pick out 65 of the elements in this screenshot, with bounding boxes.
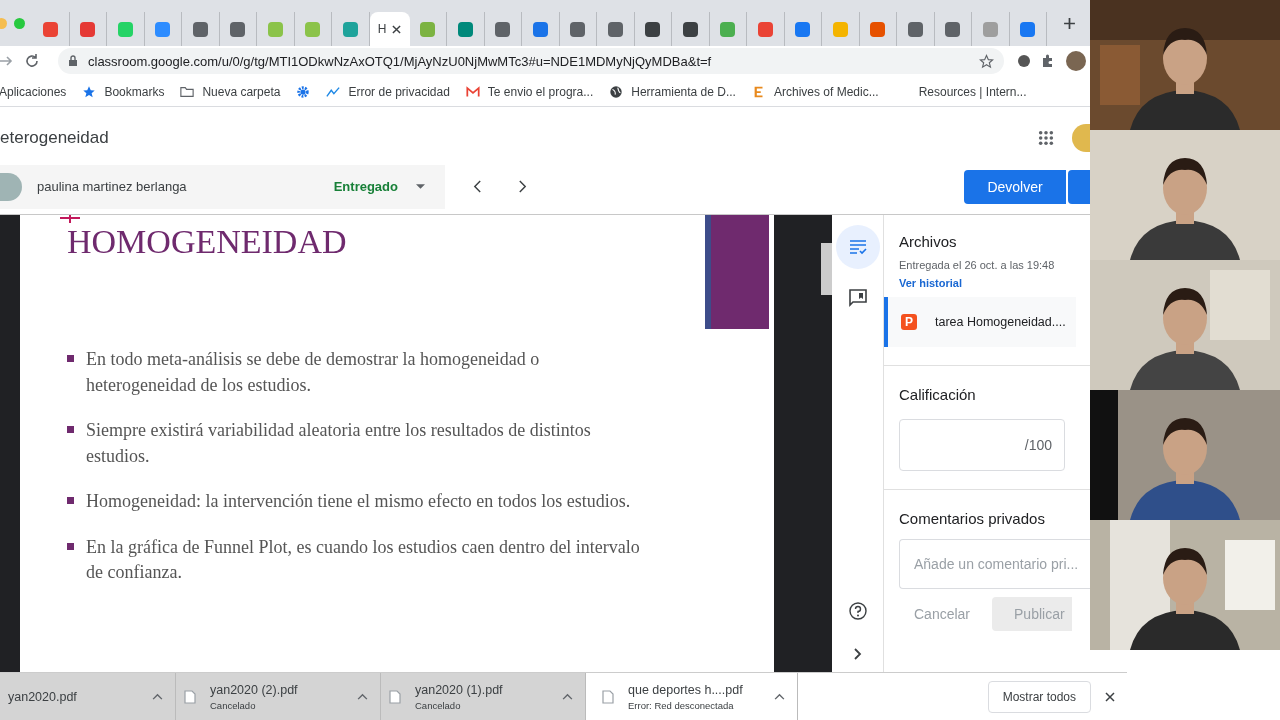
caret-icon xyxy=(416,184,425,189)
reload-icon[interactable] xyxy=(24,53,40,69)
star-icon xyxy=(82,85,97,99)
bullet-text: En la gráfica de Funnel Plot, es cuando los estudios caen dentro del intervalo de confianza. xyxy=(86,535,641,584)
grade-field[interactable]: /100 xyxy=(899,419,1065,471)
section-heading: Archivos xyxy=(899,233,958,250)
download-item[interactable]: que deportes h....pdf Error: Red desconectada xyxy=(586,673,798,720)
chevron-up-icon[interactable] xyxy=(152,693,163,700)
bookmark[interactable]: Bookmarks xyxy=(82,85,165,99)
comment-icon[interactable] xyxy=(848,289,867,307)
address-bar[interactable]: classroom.google.com/u/0/g/tg/MTI1ODkwNzAxOTQ1/MjAyNzU0NjMwMTc3#u=NDE1MDMyNjQyMDBa&t=f xyxy=(58,48,1004,74)
section-heading: Comentarios privados xyxy=(899,510,1046,527)
file-name: tarea Homogeneidad.... xyxy=(935,315,1066,329)
globe-icon xyxy=(609,85,624,99)
bookmark[interactable]: Te envio el progra... xyxy=(465,85,594,99)
chevron-icon[interactable] xyxy=(853,648,862,660)
extension-icon[interactable] xyxy=(1018,55,1030,67)
bullet-text: Siempre existirá variabilidad aleatoria entre los resultados de distintos estudios. xyxy=(86,419,592,468)
next-icon[interactable] xyxy=(518,180,527,193)
show-all-button[interactable]: Mostrar todos xyxy=(987,680,1091,713)
profile-avatar[interactable] xyxy=(1066,51,1086,71)
bookmark[interactable] xyxy=(296,85,311,99)
download-item[interactable]: yan2020.pdf xyxy=(0,673,176,720)
help-icon[interactable] xyxy=(848,602,867,620)
chevron-up-icon[interactable] xyxy=(774,693,785,700)
file-item[interactable]: P tarea Homogeneidad.... xyxy=(884,297,1076,347)
gear-icon xyxy=(296,85,311,99)
apps-grid-icon[interactable] xyxy=(1038,130,1054,146)
history-link[interactable]: Ver historial xyxy=(899,277,962,289)
download-item[interactable]: yan2020 (2).pdf Cancelado xyxy=(176,673,381,720)
mail-icon xyxy=(465,85,480,99)
folder-icon xyxy=(180,85,195,99)
bookmark[interactable]: Nueva carpeta xyxy=(180,85,281,99)
bookmark[interactable]: Archives of Medic... xyxy=(751,85,879,99)
files-tab[interactable] xyxy=(835,225,880,269)
section-heading: Calificación xyxy=(899,386,977,403)
bullet-text: En todo meta-análisis se debe de demostrar la homogeneidad o heterogeneidad de los estudios. xyxy=(86,348,541,397)
bookmark[interactable]: Resources | Intern... xyxy=(918,85,1027,99)
comment-field[interactable]: Añade un comentario pri... xyxy=(899,539,1090,589)
slides-file-icon: P xyxy=(901,314,917,330)
browser-tab[interactable]: H xyxy=(369,12,410,46)
assignment-title: eterogeneidad xyxy=(0,128,110,148)
bookmark[interactable]: Error de privacidad xyxy=(326,85,450,99)
chevron-up-icon[interactable] xyxy=(562,693,573,700)
list-check-icon xyxy=(848,239,867,255)
bullet-icon xyxy=(67,497,74,504)
bullet-icon xyxy=(67,355,74,362)
bullet-text: Homogeneidad: la intervención tiene el mismo efecto en todos los estudios. xyxy=(86,490,631,513)
bullet-icon xyxy=(67,426,74,433)
close-icon[interactable] xyxy=(392,24,402,34)
new-tab-icon[interactable] xyxy=(1063,16,1076,30)
return-menu-button[interactable] xyxy=(1068,169,1090,204)
submission-date: Entregada el 26 oct. a las 19:48 xyxy=(899,259,1056,271)
chart-line-icon xyxy=(326,85,341,99)
student-selector[interactable]: paulina martinez berlanga Entregado xyxy=(0,164,445,209)
scrollbar-thumb[interactable] xyxy=(821,243,832,295)
bookmark[interactable]: Herramienta de D... xyxy=(609,85,736,99)
return-button[interactable]: Devolver xyxy=(964,169,1066,204)
plus-icon xyxy=(60,215,80,223)
student-avatar xyxy=(0,172,22,201)
previous-icon[interactable] xyxy=(473,180,482,193)
bullet-icon xyxy=(67,542,74,550)
slide-title: HOMOGENEIDAD xyxy=(67,223,348,261)
close-icon[interactable] xyxy=(1105,691,1115,702)
chevron-up-icon[interactable] xyxy=(357,693,368,700)
